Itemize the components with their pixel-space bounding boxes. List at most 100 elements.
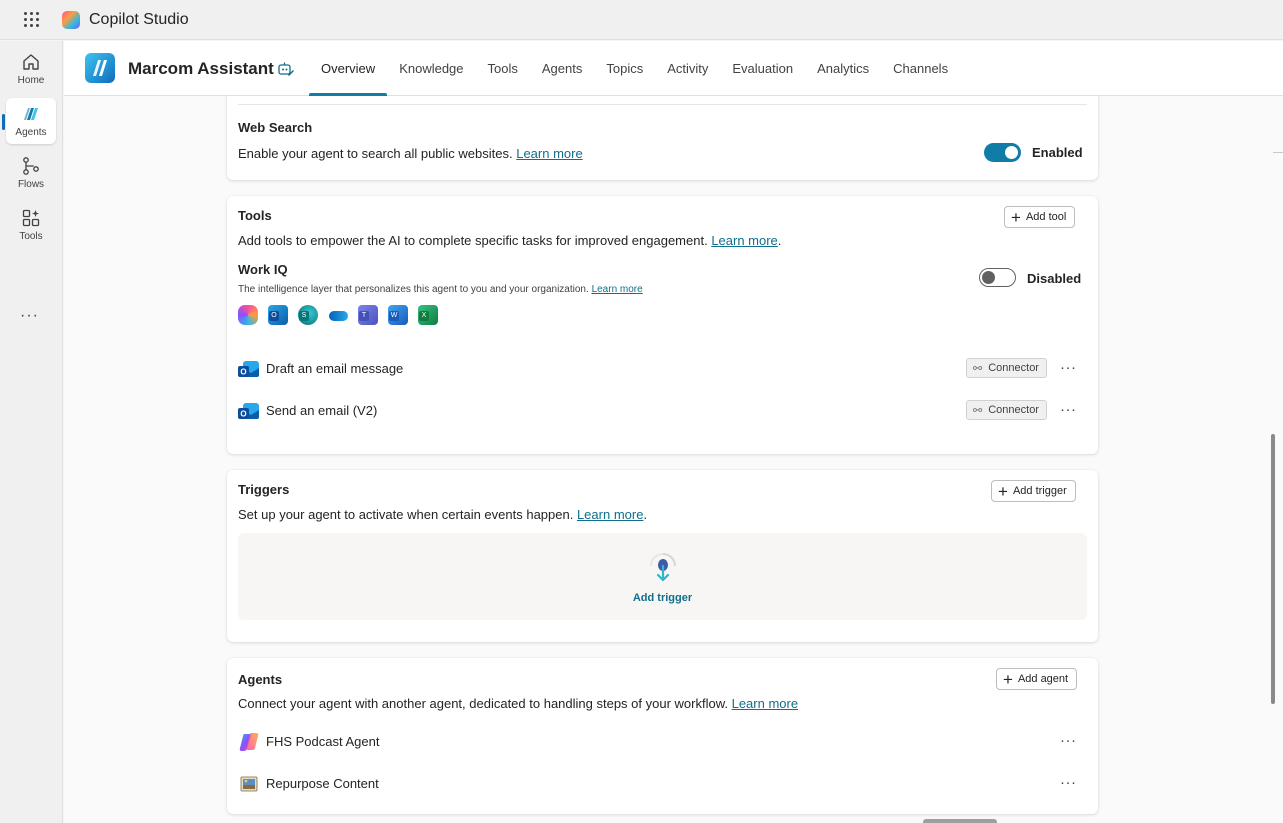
workiq-learn-more-link[interactable]: Learn more xyxy=(592,284,643,295)
scrollbar-thumb[interactable] xyxy=(1271,434,1275,704)
scrollbar[interactable] xyxy=(1268,96,1283,823)
tools-learn-more-link[interactable]: Learn more xyxy=(711,233,777,248)
outlook-icon: O xyxy=(268,305,288,325)
web-search-desc: Enable your agent to search all public w… xyxy=(238,146,583,161)
svg-text:O: O xyxy=(240,368,246,377)
more-options-button[interactable]: ··· xyxy=(1060,359,1077,376)
tab-channels[interactable]: Channels xyxy=(881,41,960,96)
tools-desc-text: Add tools to empower the AI to complete … xyxy=(238,233,712,248)
workiq-app-icons: O S T W X xyxy=(238,305,438,325)
rail-item-agents[interactable]: Agents xyxy=(6,98,56,144)
left-rail: Home Agents Flows Tools ··· xyxy=(0,41,63,823)
rail-label-tools: Tools xyxy=(19,231,43,242)
triggers-learn-more-link[interactable]: Learn more xyxy=(577,507,643,522)
workiq-toggle-label: Disabled xyxy=(1027,271,1082,286)
tool-name: Draft an email message xyxy=(266,361,404,376)
web-search-learn-more-link[interactable]: Learn more xyxy=(516,146,582,161)
connector-badge: ⚯ Connector xyxy=(966,358,1047,378)
triggers-desc: Set up your agent to activate when certa… xyxy=(238,507,647,522)
plus-icon: + xyxy=(1003,669,1013,689)
copilot-icon xyxy=(238,731,260,753)
workiq-title: Work IQ xyxy=(238,262,288,277)
plus-icon: + xyxy=(1011,207,1021,227)
tools-title: Tools xyxy=(238,208,272,223)
rail-more-button[interactable]: ··· xyxy=(20,307,39,325)
triggers-title: Triggers xyxy=(238,482,290,497)
agent-row[interactable]: FHS Podcast Agent ··· xyxy=(238,730,1088,754)
web-search-card: Web Search Enable your agent to search a… xyxy=(227,96,1098,180)
add-agent-label: Add agent xyxy=(1017,673,1069,685)
agent-tabs: Overview Knowledge Tools Agents Topics A… xyxy=(309,41,960,96)
rail-item-tools[interactable]: Tools xyxy=(6,202,56,248)
tool-row[interactable]: O Draft an email message ⚯ Connector ··· xyxy=(238,357,1088,381)
tools-card: Tools + Add tool Add tools to empower the… xyxy=(227,196,1098,454)
agents-desc-text: Connect your agent with another agent, d… xyxy=(238,696,732,711)
tab-analytics[interactable]: Analytics xyxy=(805,41,881,96)
connector-badge-label: Connector xyxy=(988,404,1039,416)
flows-icon xyxy=(23,157,39,175)
app-launcher-button[interactable] xyxy=(0,0,62,40)
sharepoint-icon: S xyxy=(298,305,318,325)
outlook-icon: O xyxy=(238,358,260,380)
tab-tools[interactable]: Tools xyxy=(476,41,530,96)
agent-name: Repurpose Content xyxy=(266,776,379,791)
tab-knowledge[interactable]: Knowledge xyxy=(387,41,475,96)
home-icon xyxy=(23,54,39,70)
add-agent-button[interactable]: + Add agent xyxy=(996,668,1078,690)
tab-overview[interactable]: Overview xyxy=(309,41,388,96)
teams-icon: T xyxy=(358,305,378,325)
web-search-title: Web Search xyxy=(238,120,313,135)
agents-title: Agents xyxy=(238,672,283,687)
rail-item-flows[interactable]: Flows xyxy=(6,150,56,196)
add-trigger-empty-state[interactable]: Add trigger xyxy=(238,533,1087,620)
waffle-icon xyxy=(23,12,39,27)
tools-desc-suffix: . xyxy=(777,233,782,248)
connector-plug-icon: ⚯ xyxy=(973,362,983,375)
divider xyxy=(238,104,1087,105)
web-search-toggle[interactable] xyxy=(984,143,1021,162)
excel-icon: X xyxy=(418,305,438,325)
more-options-button[interactable]: ··· xyxy=(1060,401,1077,418)
connector-badge-label: Connector xyxy=(988,362,1039,374)
more-options-button[interactable]: ··· xyxy=(1060,732,1077,749)
connector-badge: ⚯ Connector xyxy=(966,400,1047,420)
app-title: Copilot Studio xyxy=(89,10,189,28)
onedrive-icon xyxy=(328,305,348,325)
add-trigger-empty-label[interactable]: Add trigger xyxy=(238,592,1087,604)
connector-plug-icon: ⚯ xyxy=(973,404,983,417)
image-icon xyxy=(238,773,260,795)
agent-settings-icon[interactable] xyxy=(277,60,295,78)
workiq-desc: The intelligence layer that personalizes… xyxy=(238,284,643,295)
tab-activity[interactable]: Activity xyxy=(655,41,720,96)
tool-name: Send an email (V2) xyxy=(266,403,378,418)
tab-agents[interactable]: Agents xyxy=(530,41,594,96)
more-options-button[interactable]: ··· xyxy=(1060,774,1077,791)
agent-logo-icon xyxy=(85,53,115,83)
agent-name: FHS Podcast Agent xyxy=(266,734,380,749)
svg-text:O: O xyxy=(240,410,246,419)
word-icon: W xyxy=(388,305,408,325)
triggers-desc-suffix: . xyxy=(643,507,648,522)
add-trigger-button[interactable]: + Add trigger xyxy=(991,480,1076,502)
tab-evaluation[interactable]: Evaluation xyxy=(720,41,805,96)
web-search-desc-text: Enable your agent to search all public w… xyxy=(238,146,517,161)
tab-topics[interactable]: Topics xyxy=(594,41,655,96)
trigger-icon xyxy=(650,553,676,582)
tool-row[interactable]: O Send an email (V2) ⚯ Connector ··· xyxy=(238,399,1088,423)
agent-row[interactable]: Repurpose Content ··· xyxy=(238,772,1088,796)
outlook-icon: O xyxy=(238,400,260,422)
rail-active-indicator xyxy=(2,114,5,130)
agent-name: Marcom Assistant xyxy=(128,59,274,78)
add-tool-button[interactable]: + Add tool xyxy=(1004,206,1076,228)
add-trigger-label: Add trigger xyxy=(1012,485,1067,497)
agents-card: Agents + Add agent Connect your agent wit… xyxy=(227,658,1098,814)
agents-learn-more-link[interactable]: Learn more xyxy=(732,696,798,711)
agents-icon xyxy=(24,108,38,120)
copilot-studio-logo-icon xyxy=(62,10,80,29)
rail-label-flows: Flows xyxy=(17,179,45,190)
workiq-desc-text: The intelligence layer that personalizes… xyxy=(238,284,592,295)
tools-desc: Add tools to empower the AI to complete … xyxy=(238,233,781,248)
rail-item-home[interactable]: Home xyxy=(6,46,56,92)
triggers-desc-text: Set up your agent to activate when certa… xyxy=(238,507,577,522)
workiq-toggle[interactable] xyxy=(979,268,1016,287)
